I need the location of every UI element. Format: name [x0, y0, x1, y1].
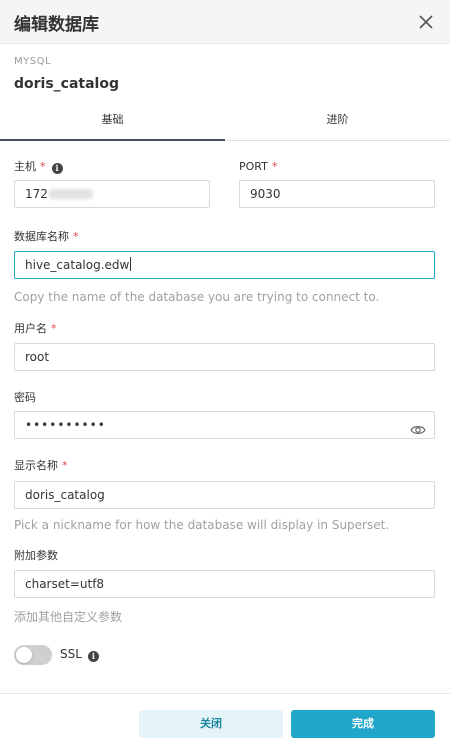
display-name-hint: Pick a nickname for how the database wil…	[14, 518, 390, 532]
port-label-text: PORT	[239, 160, 268, 173]
modal-header: 编辑数据库	[0, 0, 450, 44]
database-name-heading: doris_catalog	[14, 76, 119, 92]
toggle-knob	[16, 647, 32, 663]
port-value: 9030	[250, 187, 281, 201]
ssl-label-text: SSL	[60, 647, 82, 661]
host-value: 172	[25, 187, 48, 201]
close-button[interactable]: 关闭	[139, 710, 283, 738]
ssl-label: SSL i	[60, 647, 99, 662]
database-name-hint: Copy the name of the database you are tr…	[14, 290, 380, 304]
extra-params-value: charset=utf8	[25, 577, 105, 591]
extra-params-label: 附加参数	[14, 549, 58, 563]
display-name-label-text: 显示名称	[14, 459, 58, 472]
tab-bar: 基础 进阶	[0, 102, 450, 141]
required-marker: *	[62, 459, 68, 472]
ssl-toggle[interactable]	[14, 645, 52, 665]
footer-divider	[0, 693, 450, 694]
display-name-label: 显示名称 *	[14, 459, 68, 473]
username-label-text: 用户名	[14, 322, 47, 335]
port-input[interactable]: 9030	[239, 180, 435, 208]
username-value: root	[25, 350, 50, 364]
password-input[interactable]: ••••••••••	[14, 411, 435, 439]
database-name-label: 数据库名称 *	[14, 230, 79, 244]
password-value: ••••••••••	[25, 418, 106, 432]
host-label: 主机 * i	[14, 160, 63, 174]
database-name-input[interactable]: hive_catalog.edw	[14, 251, 435, 279]
database-name-value: hive_catalog.edw	[25, 258, 130, 272]
database-type: MYSQL	[14, 56, 52, 67]
database-name-label-text: 数据库名称	[14, 230, 69, 243]
port-label: PORT *	[239, 160, 277, 174]
eye-icon[interactable]	[410, 419, 426, 434]
extra-params-input[interactable]: charset=utf8	[14, 570, 435, 598]
required-marker: *	[73, 230, 79, 243]
host-label-text: 主机	[14, 160, 36, 173]
extra-params-hint: 添加其他自定义参数	[14, 610, 123, 624]
extra-params-label-text: 附加参数	[14, 549, 58, 562]
required-marker: *	[40, 160, 46, 173]
username-label: 用户名 *	[14, 322, 57, 336]
text-cursor	[130, 257, 132, 271]
modal-title: 编辑数据库	[14, 15, 99, 35]
tab-basic[interactable]: 基础	[0, 102, 225, 141]
username-input[interactable]: root	[14, 343, 435, 371]
finish-button[interactable]: 完成	[291, 710, 435, 738]
display-name-value: doris_catalog	[25, 488, 105, 502]
password-label: 密码	[14, 391, 36, 405]
password-label-text: 密码	[14, 391, 36, 404]
tab-advanced[interactable]: 进阶	[225, 102, 450, 141]
edit-database-modal: 编辑数据库 MYSQL doris_catalog 基础 进阶 主机 * i 172…	[0, 0, 450, 748]
host-input[interactable]: 172	[14, 180, 210, 208]
info-icon[interactable]: i	[87, 651, 99, 662]
display-name-input[interactable]: doris_catalog	[14, 481, 435, 509]
close-icon[interactable]	[416, 12, 436, 32]
info-icon[interactable]: i	[51, 163, 63, 174]
required-marker: *	[51, 322, 57, 335]
required-marker: *	[271, 160, 278, 173]
redacted-blur	[48, 189, 93, 199]
